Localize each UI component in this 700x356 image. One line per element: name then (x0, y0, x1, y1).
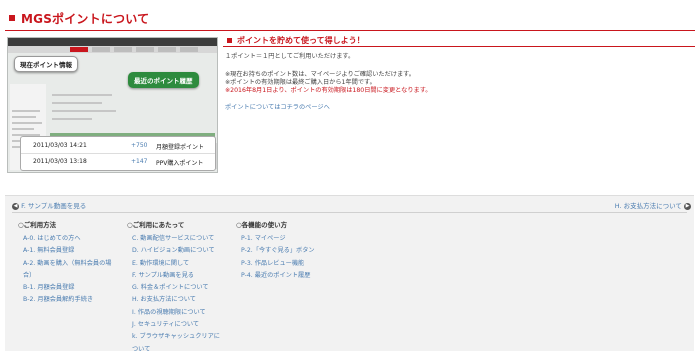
nav-link[interactable]: A-0. はじめての方へ (18, 233, 111, 245)
nav-link[interactable]: P-4. 最近のポイント履歴 (236, 270, 315, 282)
features-column: ○各機能の使い方 P-1. マイページ P-2.「今すぐ見る」ボタン P-3. … (236, 219, 315, 282)
history-date: 2011/03/03 14:21 (33, 142, 87, 149)
thumb-nav-tab (180, 47, 198, 52)
page-header: MGSポイントについて (5, 8, 695, 31)
history-points: +750 (131, 142, 148, 149)
thumb-line (52, 102, 102, 104)
prev-page-label: F. サンプル動画を見る (21, 202, 87, 210)
thumb-line (12, 116, 36, 118)
usage-notes-column: ○ご利用にあたって C. 動画配信サービスについて D. ハイビジョン動画につい… (127, 219, 220, 356)
points-info-link[interactable]: ポイントについてはコチラのページへ (225, 102, 330, 111)
nav-link[interactable]: F. サンプル動画を見る (127, 270, 220, 282)
section-heading: ポイントを貯めて使って得しよう！ (237, 36, 365, 45)
nav-link[interactable]: A-2. 動画を購入（無料会員の場 (18, 258, 111, 270)
prev-page-link[interactable]: ◀ F. サンプル動画を見る (12, 200, 86, 210)
usage-column: ○ご利用方法 A-0. はじめての方へ A-1. 無料会員登録 A-2. 動画を… (18, 219, 111, 307)
nav-link[interactable]: B-2. 月額会員解約手続き (18, 294, 111, 306)
thumb-nav-tab (114, 47, 132, 52)
nav-link[interactable]: I. 作品の視聴期限について (127, 307, 220, 319)
page-title: MGSポイントについて (21, 12, 150, 26)
nav-link[interactable]: P-2.「今すぐ見る」ボタン (236, 245, 315, 257)
nav-link[interactable]: E. 動作環境に関して (127, 258, 220, 270)
point-history-panel: 2011/03/03 14:21 +750 月額登録ポイント 2011/03/0… (20, 136, 216, 171)
arrow-left-icon: ◀ (12, 202, 19, 210)
thumb-nav-tab (136, 47, 154, 52)
divider (12, 212, 687, 213)
thumb-nav-tab (70, 47, 88, 52)
nav-link[interactable]: 合） (18, 270, 111, 282)
page: MGSポイントについて 現在ポイント情報 最近のポイント履歴 2011/03/0… (0, 0, 700, 353)
history-desc: 月額登録ポイント (156, 144, 205, 151)
nav-link[interactable]: k. ブラウザキャッシュクリアに (127, 331, 220, 343)
nav-link[interactable]: P-3. 作品レビュー機能 (236, 258, 315, 270)
thumb-line (52, 110, 116, 112)
nav-link[interactable]: H. お支払方法について (127, 294, 220, 306)
header-square-icon (9, 15, 15, 21)
thumb-line (12, 122, 42, 124)
column-heading: ○各機能の使い方 (236, 221, 288, 229)
nav-link[interactable]: A-1. 無料会員登録 (18, 245, 111, 257)
callout-recent-history: 最近のポイント履歴 (128, 72, 199, 88)
rate-text: １ポイント＝１円としてご利用いただけます。 (225, 53, 355, 60)
next-page-label: H. お支払方法について (614, 202, 682, 210)
next-page-link[interactable]: H. お支払方法について ▶ (615, 200, 691, 210)
nav-link[interactable]: G. 料金＆ポイントについて (127, 282, 220, 294)
nav-link[interactable]: C. 動画配信サービスについて (127, 233, 220, 245)
thumb-nav-tab (158, 47, 176, 52)
history-points: +147 (131, 158, 148, 165)
thumb-line (52, 118, 92, 120)
thumb-line (12, 110, 40, 112)
nav-link[interactable]: J. セキュリティについて (127, 319, 220, 331)
section-square-icon (227, 38, 232, 43)
history-row: 2011/03/03 13:18 +147 PPV購入ポイント (21, 154, 215, 169)
column-heading: ○ご利用方法 (18, 221, 57, 229)
column-heading: ○ご利用にあたって (127, 221, 185, 229)
history-date: 2011/03/03 13:18 (33, 158, 87, 165)
nav-link[interactable]: D. ハイビジョン動画について (127, 245, 220, 257)
thumb-topbar (8, 38, 217, 46)
history-row: 2011/03/03 14:21 +750 月額登録ポイント (21, 138, 215, 154)
nav-link[interactable]: B-1. 月額会員登録 (18, 282, 111, 294)
callout-current-points: 現在ポイント情報 (14, 56, 78, 72)
thumb-nav-tab (92, 47, 110, 52)
nav-link[interactable]: P-1. マイページ (236, 233, 315, 245)
thumb-line (52, 94, 112, 96)
arrow-right-icon: ▶ (684, 202, 691, 210)
section-header: ポイントを貯めて使って得しよう！ (223, 36, 695, 47)
bottom-navigation: ◀ F. サンプル動画を見る H. お支払方法について ▶ ○ご利用方法 A-0… (5, 195, 694, 353)
note-expiry-change: ※2016年8月1日より、ポイントの有効期限は180日間に変更となります。 (225, 87, 432, 94)
history-desc: PPV購入ポイント (156, 160, 204, 167)
thumb-line (12, 128, 34, 130)
